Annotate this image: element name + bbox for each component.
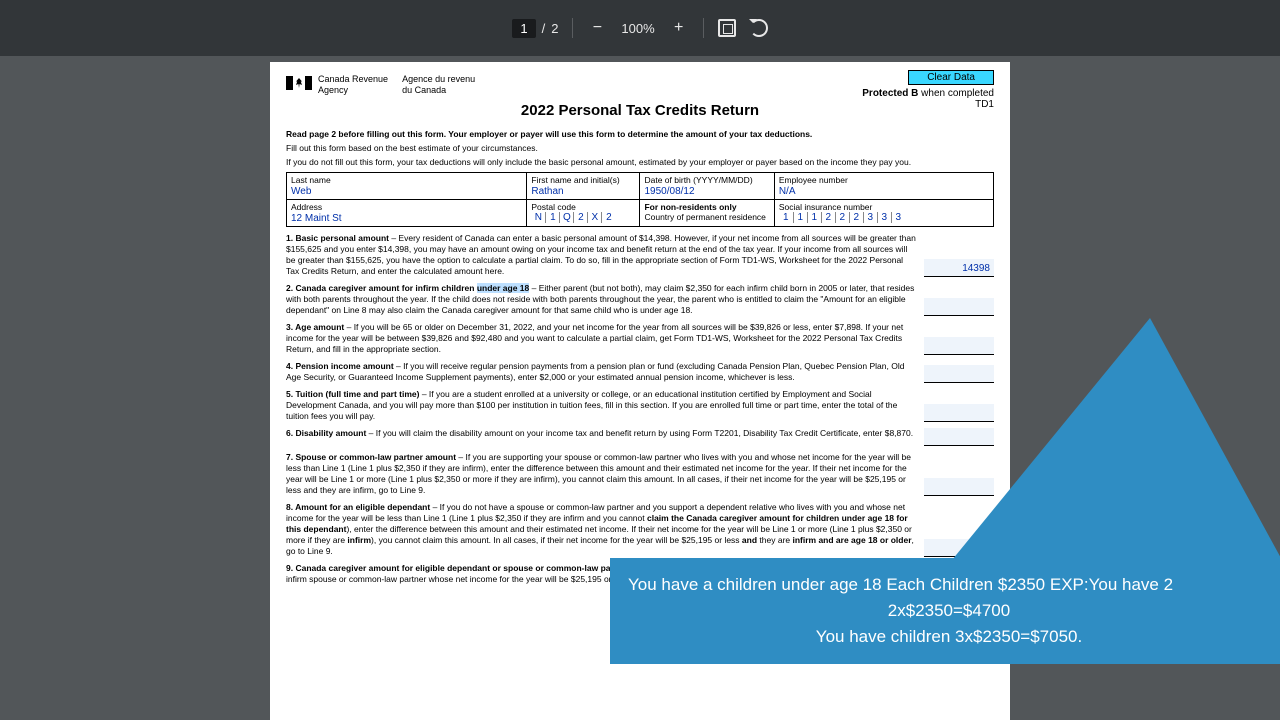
- line-7: 7. Spouse or common-law partner amount –…: [286, 452, 994, 496]
- line-4-amount[interactable]: [924, 365, 994, 383]
- zoom-in-button[interactable]: +: [669, 19, 689, 37]
- line-4: 4. Pension income amount – If you will r…: [286, 361, 994, 383]
- line-3-amount[interactable]: [924, 337, 994, 355]
- rotate-icon[interactable]: [750, 19, 768, 37]
- line-3: 3. Age amount – If you will be 65 or old…: [286, 322, 994, 355]
- page-current[interactable]: 1: [512, 19, 535, 38]
- line-7-amount[interactable]: [924, 478, 994, 496]
- zoom-level: 100%: [621, 21, 654, 36]
- employee-number-field[interactable]: N/A: [779, 185, 989, 197]
- protected-marking: Protected B when completed TD1: [862, 88, 994, 110]
- personal-info-table: Last nameWeb First name and initial(s)Ra…: [286, 172, 994, 227]
- line-6: 6. Disability amount – If you will claim…: [286, 428, 994, 446]
- line-5-amount[interactable]: [924, 404, 994, 422]
- page-indicator: 1 / 2: [512, 19, 558, 38]
- address-field[interactable]: 12 Maint St: [291, 212, 522, 224]
- line-6-amount[interactable]: [924, 428, 994, 446]
- page-total: 2: [551, 21, 558, 36]
- pdf-toolbar: 1 / 2 − 100% +: [0, 0, 1280, 56]
- agency-en: Canada Revenue Agency: [318, 74, 388, 96]
- line-8: 8. Amount for an eligible dependant – If…: [286, 502, 994, 557]
- line-2-amount[interactable]: [924, 298, 994, 316]
- line-1: 1. Basic personal amount – Every residen…: [286, 233, 994, 277]
- sin-field[interactable]: 111222333: [779, 212, 989, 223]
- postal-code-field[interactable]: N1Q2X2: [531, 212, 635, 223]
- intro-text: Read page 2 before filling out this form…: [286, 129, 994, 168]
- dob-field[interactable]: 1950/08/12: [644, 185, 769, 197]
- canada-flag-icon: [286, 76, 312, 90]
- line-5: 5. Tuition (full time and part time) – I…: [286, 389, 994, 422]
- credit-lines: 1. Basic personal amount – Every residen…: [286, 233, 994, 585]
- annotation-callout: You have a children under age 18 Each Ch…: [610, 558, 1280, 664]
- clear-data-button[interactable]: Clear Data: [908, 70, 994, 85]
- agency-fr: Agence du revenu du Canada: [402, 74, 475, 96]
- line-2: 2. Canada caregiver amount for infirm ch…: [286, 283, 994, 316]
- last-name-field[interactable]: Web: [291, 185, 522, 197]
- line-1-amount[interactable]: 14398: [924, 259, 994, 277]
- fit-page-icon[interactable]: [718, 19, 736, 37]
- first-name-field[interactable]: Rathan: [531, 185, 635, 197]
- zoom-out-button[interactable]: −: [587, 19, 607, 37]
